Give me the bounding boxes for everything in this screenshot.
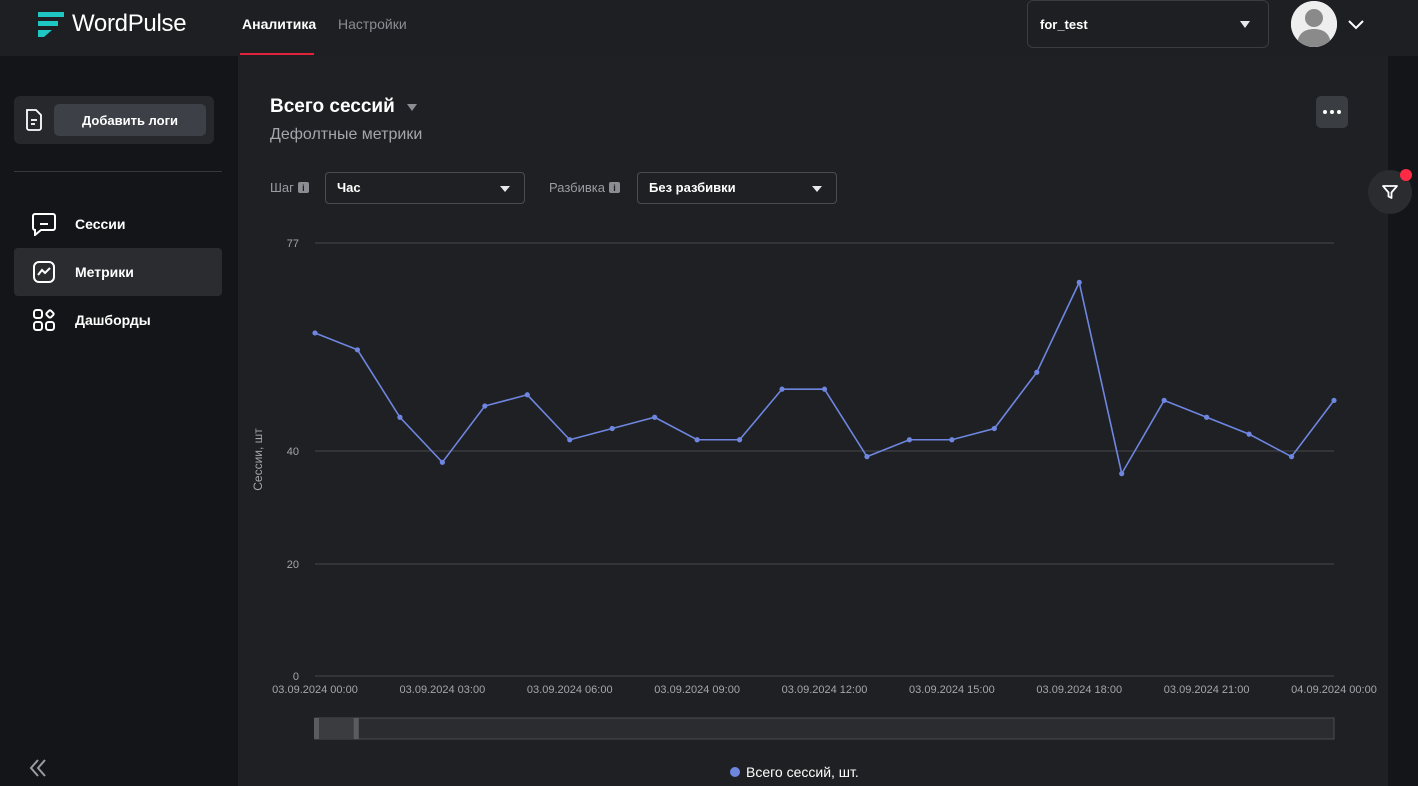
data-point <box>864 454 870 460</box>
data-point <box>652 414 658 420</box>
page-subtitle: Дефолтные метрики <box>270 126 423 143</box>
data-point <box>524 392 530 398</box>
sidebar-divider <box>14 171 222 172</box>
more-options-button[interactable] <box>1316 96 1348 128</box>
sidebar-item-label: Дашборды <box>75 312 151 328</box>
chevron-down-icon[interactable] <box>1346 14 1366 34</box>
x-tick-label: 03.09.2024 06:00 <box>527 684 613 696</box>
data-point <box>439 459 445 465</box>
legend-label: Всего сессий, шт. <box>746 764 859 780</box>
caret-down-icon <box>1240 21 1250 28</box>
filter-icon <box>1382 185 1398 199</box>
project-select[interactable]: for_test <box>1027 0 1269 48</box>
data-point <box>567 437 573 443</box>
y-tick-label: 40 <box>287 446 299 458</box>
sidebar-item-label: Метрики <box>75 264 134 280</box>
info-icon[interactable]: i <box>608 182 620 193</box>
data-point <box>991 425 997 432</box>
step-select-value: Час <box>337 180 361 195</box>
zoom-slider-handle-left[interactable] <box>314 718 319 739</box>
add-logs-button[interactable]: Добавить логи <box>54 104 206 136</box>
sidebar-item-sessions[interactable]: Сессии <box>14 200 222 248</box>
top-header: WordPulse Аналитика Настройки for_test <box>0 0 1418 56</box>
x-tick-label: 03.09.2024 18:00 <box>1036 684 1122 696</box>
y-tick-label: 0 <box>293 671 299 683</box>
zoom-slider-track[interactable] <box>314 717 1335 740</box>
tab-settings[interactable]: Настройки <box>338 16 407 32</box>
data-point <box>694 437 700 443</box>
add-logs-card: Добавить логи <box>14 96 214 144</box>
data-point <box>821 386 828 392</box>
page-title: Всего сессий <box>270 96 395 117</box>
chart-legend[interactable]: Всего сессий, шт. <box>730 764 859 780</box>
legend-marker <box>730 767 740 777</box>
info-icon[interactable]: i <box>297 182 309 193</box>
x-tick-label: 03.09.2024 21:00 <box>1164 684 1250 696</box>
breakdown-select-value: Без разбивки <box>649 180 736 195</box>
data-point <box>1161 397 1167 404</box>
caret-down-icon <box>500 186 510 192</box>
zoom-slider-window[interactable] <box>315 718 356 739</box>
caret-down-icon <box>406 103 417 111</box>
data-point <box>609 425 615 432</box>
data-point <box>1119 471 1125 477</box>
brand-logo[interactable]: WordPulse <box>38 10 187 38</box>
y-axis-label: Сессии, шт <box>251 428 265 491</box>
series-line <box>314 279 1335 476</box>
sessions-line-chart: 0 20 40 77 Сессии, шт 03.09.2024 00:00 03.09.2… <box>251 238 1377 740</box>
y-tick-label: 77 <box>287 238 299 250</box>
wordpulse-logo-icon <box>38 12 64 37</box>
x-tick-label: 04.09.2024 00:00 <box>1291 684 1377 696</box>
dashboard-grid-icon <box>30 306 58 334</box>
data-point <box>312 330 318 336</box>
brand-name: WordPulse <box>72 10 187 37</box>
data-point <box>482 403 488 409</box>
x-tick-label: 03.09.2024 15:00 <box>909 684 995 696</box>
line-chart-icon <box>30 258 58 286</box>
data-point <box>1288 454 1295 460</box>
breakdown-label: Разбивка i <box>549 180 620 195</box>
sidebar: Добавить логи Сессии Метрики Дашборды <box>0 56 238 786</box>
data-point <box>779 386 785 392</box>
x-tick-label: 03.09.2024 09:00 <box>654 684 740 696</box>
zoom-slider-handle-right[interactable] <box>353 718 359 739</box>
data-point <box>736 437 743 443</box>
data-point <box>1076 279 1082 285</box>
document-icon <box>26 109 42 131</box>
x-tick-label: 03.09.2024 03:00 <box>400 684 486 696</box>
more-horizontal-icon <box>1323 110 1327 114</box>
step-select[interactable]: Час <box>325 172 525 204</box>
data-point <box>1034 369 1040 375</box>
step-label: Шаг i <box>270 180 309 195</box>
y-tick-label: 20 <box>287 559 299 571</box>
metric-title-dropdown[interactable]: Всего сессий <box>270 96 417 118</box>
user-avatar-icon[interactable] <box>1291 1 1337 47</box>
data-point <box>1331 397 1337 404</box>
data-point <box>949 437 955 443</box>
chat-bubble-icon <box>30 210 58 238</box>
caret-down-icon <box>812 186 822 192</box>
tab-analytics[interactable]: Аналитика <box>242 16 316 32</box>
sidebar-item-dashboards[interactable]: Дашборды <box>14 296 222 344</box>
active-tab-indicator <box>240 53 314 55</box>
sidebar-item-metrics[interactable]: Метрики <box>14 248 222 296</box>
data-point <box>354 347 361 353</box>
breakdown-select[interactable]: Без разбивки <box>637 172 837 204</box>
data-point <box>397 414 403 420</box>
data-point <box>906 437 913 443</box>
project-select-value: for_test <box>1040 17 1088 32</box>
data-point <box>1246 431 1252 437</box>
x-tick-label: 03.09.2024 00:00 <box>272 684 358 696</box>
double-chevron-left-icon[interactable] <box>26 756 50 780</box>
data-point <box>1204 414 1210 420</box>
sidebar-item-label: Сессии <box>75 216 126 232</box>
x-tick-label: 03.09.2024 12:00 <box>782 684 868 696</box>
filter-active-badge <box>1400 169 1412 181</box>
